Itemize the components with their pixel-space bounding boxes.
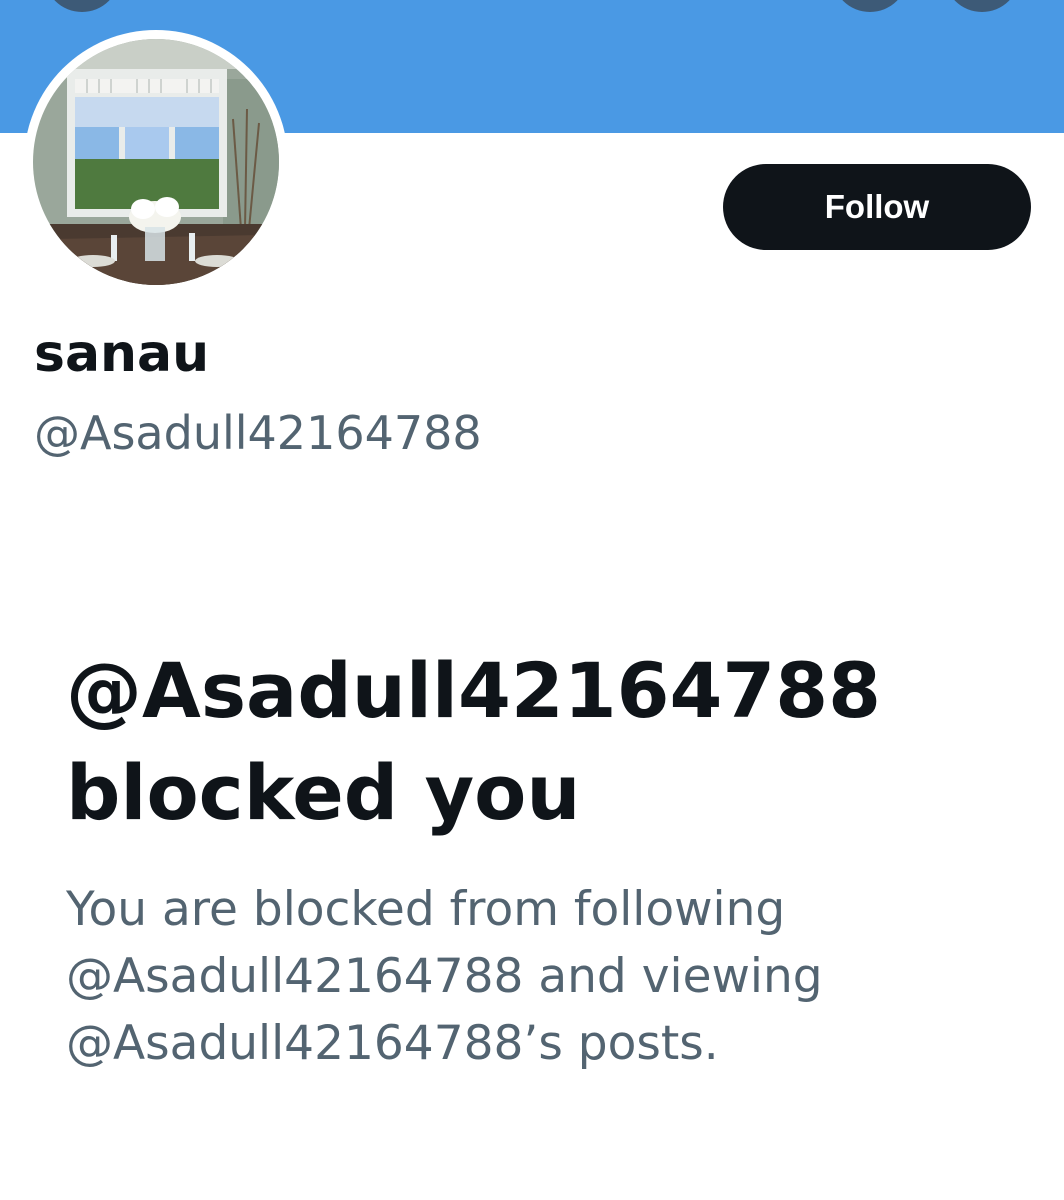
- avatar-image: [33, 39, 279, 285]
- blocked-description: You are blocked from following @Asadull4…: [66, 876, 966, 1077]
- follow-button[interactable]: Follow: [723, 164, 1031, 250]
- blocked-desc-line-2: @Asadull42164788 and viewing: [66, 949, 823, 1004]
- back-button[interactable]: [44, 0, 120, 12]
- avatar[interactable]: [24, 30, 288, 294]
- blocked-desc-line-3: @Asadull42164788’s posts.: [66, 1016, 719, 1071]
- user-handle: @Asadull42164788: [34, 406, 482, 460]
- blocked-title-handle: @Asadull42164788: [66, 646, 881, 735]
- blocked-title: @Asadull42164788 blocked you: [66, 640, 1026, 844]
- display-name: sanau: [34, 324, 210, 384]
- blocked-title-text: blocked you: [66, 748, 581, 837]
- search-button[interactable]: [832, 0, 908, 12]
- more-options-button[interactable]: [944, 0, 1020, 12]
- blocked-desc-line-1: You are blocked from following: [66, 882, 786, 937]
